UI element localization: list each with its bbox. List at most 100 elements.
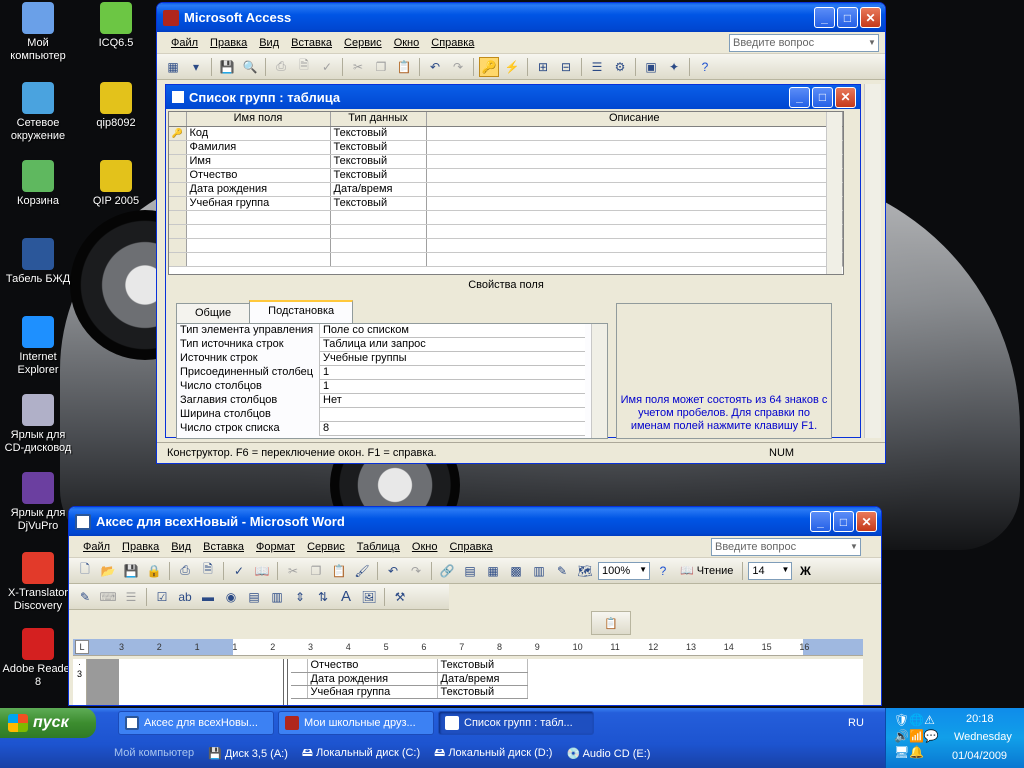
table-row[interactable]: Фамилия Текстовый [169,140,843,155]
cell-desc[interactable] [426,252,843,267]
row-selector[interactable] [169,252,187,267]
indexes-icon[interactable]: ⚙ [610,57,630,77]
primary-key-icon[interactable]: 🔑 [479,56,499,77]
chevron-down-icon[interactable]: ▼ [866,35,878,51]
tray-icons[interactable]: 🛡🌐⚠ 🔊📶💬 🖥🔔 [894,712,950,760]
help-icon[interactable]: ? [695,57,715,77]
cell-field[interactable]: Отчество [307,659,438,673]
word-menu-item[interactable]: Вставка [197,541,250,553]
database-window-icon[interactable]: ▣ [641,57,661,77]
column-header-desc[interactable]: Описание [426,112,843,127]
desktop-icon[interactable]: Сетевое окружение [0,82,76,143]
task-friends[interactable]: Мои школьные друз... [278,711,434,735]
word-minimize-button[interactable]: _ [810,511,831,532]
cell-field[interactable]: Учебная группа [186,196,331,211]
checkbox-icon[interactable]: ☑ [152,587,172,607]
properties-icon[interactable]: ☰ [587,57,607,77]
cell-field[interactable]: Отчество [186,168,331,183]
undo-icon[interactable]: ↶ [383,561,403,581]
help-icon[interactable]: ? [653,561,673,581]
textbox-icon[interactable]: ab [175,587,195,607]
desktop-icon[interactable]: Internet Explorer [0,316,76,377]
doc-map-icon[interactable]: 🗺 [575,561,595,581]
builder-icon[interactable]: ⚡ [502,57,522,77]
drive-d[interactable]: 🖴 Локальный диск (D:) [434,744,552,763]
document-area[interactable]: · 3 Отчество Текстовый Дата рождения Дата/вр… [73,659,863,705]
save-icon[interactable]: 💾 [217,57,237,77]
row-selector[interactable] [169,238,187,253]
table-row[interactable]: Отчество Текстовый [169,168,843,183]
doc-table[interactable]: Отчество Текстовый Дата рождения Дата/время… [291,659,528,699]
cell-field[interactable]: Учебная группа [307,685,438,699]
search-file-icon[interactable]: 🔍 [240,57,260,77]
desktop-icon[interactable]: Мой компьютер [0,2,76,63]
view-icon[interactable]: ▦ [163,57,183,77]
access-menu-item[interactable]: Окно [388,37,426,49]
property-row[interactable]: Заглавия столбцов Нет [177,394,585,408]
property-value[interactable]: Учебные группы [319,352,585,366]
cell-field[interactable] [186,210,331,225]
task-word[interactable]: Аксес для всехНовы... [118,711,274,735]
cell-type[interactable] [330,238,427,253]
word-menu-item[interactable]: Формат [250,541,301,553]
cell-type[interactable]: Текстовый [330,126,427,141]
drive-e[interactable]: 💿 Audio CD (E:) [566,747,650,760]
permission-icon[interactable]: 🔒 [144,561,164,581]
doc-table-row[interactable]: Учебная группа Текстовый [291,685,528,699]
ask-question-input[interactable]: Введите вопрос ▼ [729,33,879,52]
paste-icon[interactable]: 📋 [329,561,349,581]
cell-type[interactable]: Текстовый [330,168,427,183]
table-row[interactable]: Учебная группа Текстовый [169,196,843,211]
edit-icon[interactable]: ⌨ [98,587,118,607]
property-value[interactable]: 8 [319,422,585,436]
label-icon[interactable]: A [336,587,356,607]
table-maximize-button[interactable]: □ [812,86,833,108]
desktop-icon[interactable]: Adobe Reader 8 [0,628,76,689]
property-value[interactable]: 1 [319,380,585,394]
access-menu-item[interactable]: Сервис [338,37,388,49]
access-menu-item[interactable]: Справка [425,37,480,49]
draw-icon[interactable]: ✎ [75,587,95,607]
property-row[interactable]: Число столбцов 1 [177,380,585,394]
property-row[interactable]: Тип элемента управления Поле со списком [177,324,585,338]
property-row[interactable]: Источник строк Учебные группы [177,352,585,366]
cell-type[interactable] [330,224,427,239]
field-grid[interactable]: Имя поля Тип данных Описание 🔑 Код Текстов… [168,111,844,275]
cell-selector[interactable] [291,672,308,686]
chevron-down-icon[interactable]: ▾ [186,57,206,77]
word-menu-item[interactable]: Вид [165,541,197,553]
word-title-bar[interactable]: Аксес для всехНовый - Microsoft Word _ □… [69,507,881,536]
button-control-icon[interactable]: ▬ [198,587,218,607]
paste-icon[interactable]: 📋 [394,57,414,77]
tab-lookup[interactable]: Подстановка [249,300,354,323]
cell-type[interactable]: Текстовый [330,140,427,155]
redo-icon[interactable]: ↷ [406,561,426,581]
drive-my-computer[interactable]: Мой компьютер [114,747,194,759]
hyperlink-icon[interactable]: 🔗 [437,561,457,581]
cell-selector[interactable] [291,685,308,699]
more-controls-icon[interactable]: ⚒ [390,587,410,607]
cell-field[interactable]: Дата рождения [186,182,331,197]
property-value[interactable]: Поле со списком [319,324,585,338]
new-object-icon[interactable]: ✦ [664,57,684,77]
chevron-down-icon[interactable]: ▼ [848,539,860,555]
table-minimize-button[interactable]: _ [789,86,810,108]
copy-icon[interactable]: ❐ [371,57,391,77]
cell-type[interactable]: Дата/время [437,672,528,686]
property-value[interactable]: Нет [319,394,585,408]
task-table[interactable]: Список групп : табл... [438,711,594,735]
props-scrollbar[interactable] [591,324,607,438]
word-menu-item[interactable]: Сервис [301,541,351,553]
word-close-button[interactable]: ✕ [856,511,877,532]
table-close-button[interactable]: ✕ [835,86,856,108]
cell-type[interactable]: Текстовый [437,685,528,699]
insert-row-icon[interactable]: ⊞ [533,57,553,77]
print-icon[interactable]: ⎙ [175,561,195,581]
access-title-bar[interactable]: Microsoft Access _ □ ✕ [157,3,885,32]
cell-field[interactable] [186,238,331,253]
desktop-icon[interactable]: Корзина [0,160,76,208]
row-selector[interactable] [169,154,187,169]
property-row[interactable]: Число строк списка 8 [177,422,585,436]
column-header-type[interactable]: Тип данных [330,112,427,127]
cell-field[interactable]: Код [186,126,331,141]
